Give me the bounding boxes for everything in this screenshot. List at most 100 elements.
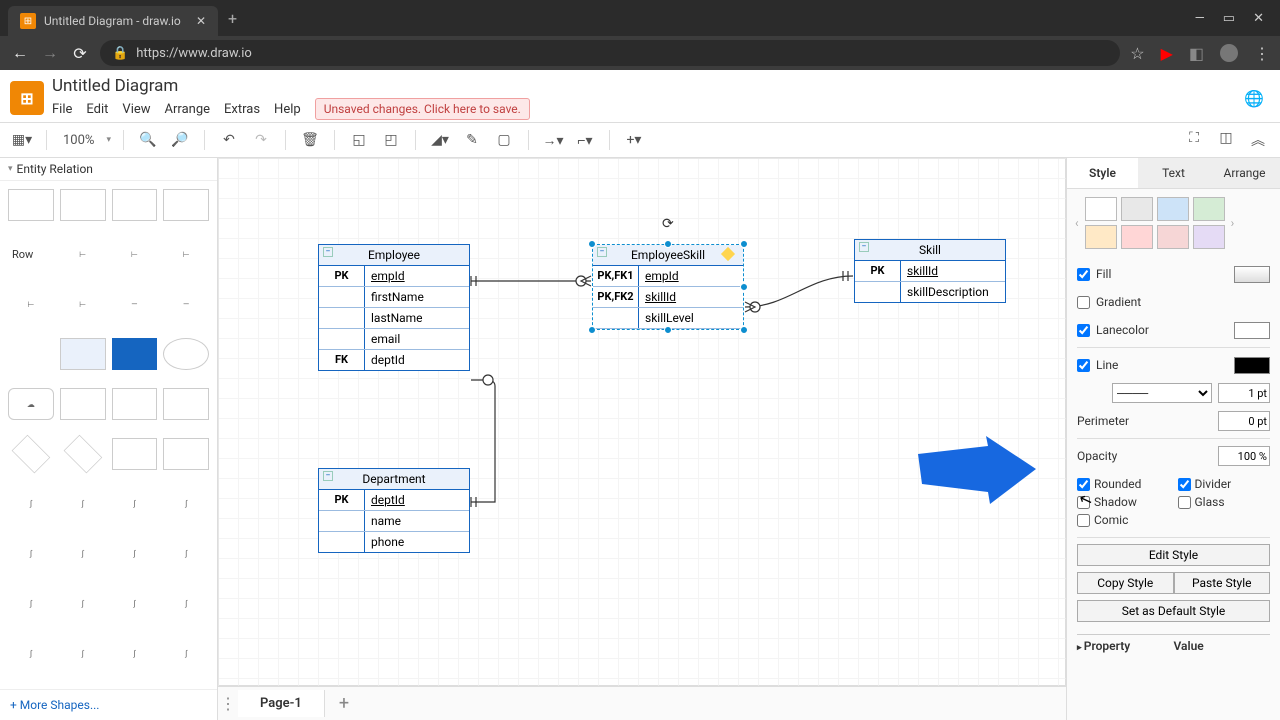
zoom-value[interactable]: 100% bbox=[59, 133, 98, 148]
menu-file[interactable]: File bbox=[52, 102, 72, 117]
window-minimize-icon[interactable]: ― bbox=[1195, 11, 1205, 26]
page-tab[interactable]: Page-1 bbox=[238, 690, 325, 717]
unsaved-warning[interactable]: Unsaved changes. Click here to save. bbox=[315, 98, 530, 120]
selection-handle[interactable] bbox=[588, 326, 596, 334]
color-swatch[interactable] bbox=[1121, 197, 1153, 221]
shape-thumb[interactable] bbox=[112, 388, 158, 420]
shadow-icon[interactable]: ▢ bbox=[492, 132, 516, 148]
menu-extras[interactable]: Extras bbox=[224, 102, 260, 117]
line-checkbox[interactable] bbox=[1077, 359, 1090, 372]
shape-thumb[interactable]: ∫ bbox=[112, 637, 158, 669]
shape-thumb[interactable]: ∫ bbox=[8, 538, 54, 570]
line-width-input[interactable] bbox=[1218, 383, 1270, 403]
selection-handle[interactable] bbox=[664, 326, 672, 334]
shape-thumb[interactable]: ∫ bbox=[60, 637, 106, 669]
shape-thumb[interactable]: ⊢ bbox=[8, 289, 54, 321]
shape-thumb[interactable]: ∫ bbox=[8, 637, 54, 669]
doc-title[interactable]: Untitled Diagram bbox=[52, 76, 530, 96]
fullscreen-icon[interactable]: ⛶ bbox=[1182, 130, 1206, 150]
shape-thumb[interactable] bbox=[8, 189, 54, 221]
sidebar-section-header[interactable]: Entity Relation bbox=[0, 158, 217, 181]
undo-icon[interactable]: ↶ bbox=[217, 132, 241, 148]
color-swatch[interactable] bbox=[1085, 197, 1117, 221]
nav-forward-icon[interactable]: → bbox=[40, 43, 60, 63]
edit-style-button[interactable]: Edit Style bbox=[1077, 544, 1270, 566]
fill-checkbox[interactable] bbox=[1077, 268, 1090, 281]
window-maximize-icon[interactable]: ▭ bbox=[1223, 11, 1235, 26]
shape-thumb[interactable] bbox=[112, 438, 158, 470]
swatch-next-icon[interactable]: › bbox=[1229, 216, 1237, 230]
shape-thumb[interactable]: ∫ bbox=[112, 538, 158, 570]
color-swatch[interactable] bbox=[1157, 225, 1189, 249]
menu-help[interactable]: Help bbox=[274, 102, 301, 117]
shape-thumb[interactable]: ∫ bbox=[60, 587, 106, 619]
rounded-checkbox[interactable] bbox=[1077, 478, 1090, 491]
entity-department[interactable]: −Department PKdeptId name phone bbox=[318, 468, 470, 553]
color-swatch[interactable] bbox=[1157, 197, 1189, 221]
shape-thumb[interactable]: — bbox=[163, 289, 209, 321]
nav-reload-icon[interactable]: ⟳ bbox=[70, 44, 90, 63]
perimeter-input[interactable] bbox=[1218, 411, 1270, 431]
menu-view[interactable]: View bbox=[122, 102, 150, 117]
color-swatch[interactable] bbox=[1121, 225, 1153, 249]
shape-thumb[interactable]: ∫ bbox=[163, 488, 209, 520]
sidebar-toggle-icon[interactable]: ▦▾ bbox=[10, 132, 34, 148]
tab-style[interactable]: Style bbox=[1067, 158, 1138, 188]
selection-handle[interactable] bbox=[740, 326, 748, 334]
to-front-icon[interactable]: ◱ bbox=[347, 132, 371, 148]
shape-thumb[interactable]: ∫ bbox=[8, 587, 54, 619]
selection-handle[interactable] bbox=[740, 240, 748, 248]
fill-color-button[interactable] bbox=[1234, 266, 1270, 283]
selection-handle[interactable] bbox=[588, 240, 596, 248]
property-header[interactable]: Property bbox=[1077, 639, 1174, 653]
shape-thumb[interactable]: ∫ bbox=[163, 538, 209, 570]
shape-thumb[interactable]: — bbox=[112, 289, 158, 321]
zoom-out-icon[interactable]: 🔎 bbox=[168, 132, 192, 148]
star-icon[interactable]: ☆ bbox=[1130, 44, 1144, 63]
browser-tab[interactable]: ⊞ Untitled Diagram - draw.io ✕ bbox=[8, 6, 218, 36]
shape-thumb[interactable]: ∫ bbox=[112, 587, 158, 619]
tab-close-icon[interactable]: ✕ bbox=[196, 14, 206, 28]
shape-thumb[interactable]: ∫ bbox=[163, 587, 209, 619]
shape-thumb[interactable]: ∫ bbox=[60, 538, 106, 570]
add-icon[interactable]: +▾ bbox=[622, 132, 646, 148]
tab-text[interactable]: Text bbox=[1138, 158, 1209, 188]
shape-thumb[interactable]: ∫ bbox=[163, 637, 209, 669]
shape-thumb[interactable] bbox=[63, 435, 101, 473]
paste-style-button[interactable]: Paste Style bbox=[1174, 572, 1271, 594]
shape-thumb[interactable] bbox=[60, 338, 106, 370]
shape-thumb[interactable] bbox=[8, 338, 54, 370]
window-close-icon[interactable]: ✕ bbox=[1253, 11, 1264, 26]
address-bar[interactable]: 🔒 https://www.draw.io bbox=[100, 40, 1120, 66]
delete-icon[interactable]: 🗑 bbox=[298, 132, 322, 148]
add-page-button[interactable]: + bbox=[325, 693, 363, 714]
globe-icon[interactable]: 🌐 bbox=[1244, 89, 1270, 108]
collapse-icon[interactable]: ︽ bbox=[1246, 130, 1270, 150]
youtube-icon[interactable]: ▶ bbox=[1161, 44, 1173, 63]
shape-thumb[interactable] bbox=[163, 438, 209, 470]
zoom-in-icon[interactable]: 🔍 bbox=[136, 132, 160, 148]
avatar-icon[interactable] bbox=[1220, 44, 1238, 62]
line-style-select[interactable]: ──── bbox=[1112, 383, 1212, 403]
gradient-checkbox[interactable] bbox=[1077, 296, 1090, 309]
shape-thumb[interactable]: ⊢ bbox=[60, 289, 106, 321]
opacity-input[interactable] bbox=[1218, 446, 1270, 466]
fill-color-icon[interactable]: ◢▾ bbox=[428, 132, 452, 148]
entity-employeeskill[interactable]: −EmployeeSkill PK,FK1empId PK,FK2skillId… bbox=[592, 244, 744, 330]
shape-thumb[interactable] bbox=[163, 189, 209, 221]
shape-thumb[interactable] bbox=[112, 338, 158, 370]
shape-thumb[interactable]: ⊢ bbox=[163, 239, 209, 271]
menu-icon[interactable]: ⋮ bbox=[1254, 44, 1270, 63]
selection-handle[interactable] bbox=[740, 283, 748, 291]
shape-thumb[interactable]: ⊢ bbox=[112, 239, 158, 271]
canvas[interactable]: −Employee PKempId firstName lastName ema… bbox=[218, 158, 1066, 686]
entity-employee[interactable]: −Employee PKempId firstName lastName ema… bbox=[318, 244, 470, 371]
more-shapes-link[interactable]: + More Shapes... bbox=[0, 689, 217, 720]
shape-thumb[interactable]: ∫ bbox=[8, 488, 54, 520]
color-swatch[interactable] bbox=[1193, 225, 1225, 249]
shape-thumb[interactable] bbox=[163, 388, 209, 420]
entity-skill[interactable]: −Skill PKskillId skillDescription bbox=[854, 239, 1006, 303]
menu-edit[interactable]: Edit bbox=[86, 102, 108, 117]
comic-checkbox[interactable] bbox=[1077, 514, 1090, 527]
lanecolor-button[interactable] bbox=[1234, 322, 1270, 339]
